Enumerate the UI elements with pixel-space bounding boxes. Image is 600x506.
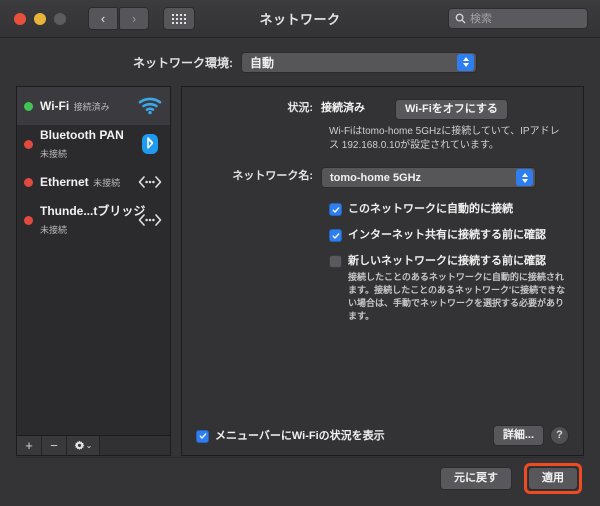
window-controls bbox=[14, 12, 66, 25]
chevron-left-icon: ‹ bbox=[100, 11, 106, 26]
service-state: 未接続 bbox=[93, 178, 121, 188]
apply-button[interactable]: 適用 bbox=[528, 466, 578, 490]
zoom-button bbox=[54, 12, 66, 25]
bluetooth-icon bbox=[137, 133, 163, 155]
service-state: 未接続 bbox=[40, 149, 68, 159]
checkbox-auto-join-row[interactable]: このネットワークに自動的に接続 bbox=[329, 202, 569, 216]
sidebar-item-ethernet[interactable]: Ethernet 未接続 bbox=[17, 163, 170, 201]
sidebar-toolbar: + − ⌄ bbox=[17, 435, 170, 455]
service-sidebar: Wi-Fi 接続済み Bluetooth PAN 未接続 Ethernet 未接… bbox=[16, 86, 171, 456]
panel-content: 状況: 接続済み Wi-Fiをオフにする Wi-Fiはtomo-home 5GH… bbox=[182, 87, 583, 425]
plus-icon: + bbox=[25, 438, 33, 453]
help-button[interactable]: ? bbox=[550, 426, 569, 445]
network-name-select[interactable]: tomo-home 5GHz bbox=[321, 167, 536, 188]
service-name: Wi-Fi bbox=[40, 99, 70, 113]
network-name-label: ネットワーク名: bbox=[232, 170, 313, 182]
service-state: 未接続 bbox=[40, 225, 68, 235]
network-location-value: 自動 bbox=[250, 55, 275, 70]
checkbox-show-wifi-in-menubar-label: メニューバーにWi-Fiの状況を表示 bbox=[215, 429, 385, 442]
service-text: Ethernet 未接続 bbox=[40, 173, 130, 191]
status-dot-disconnected bbox=[24, 215, 33, 225]
wifi-icon bbox=[137, 95, 163, 117]
chevron-right-icon: › bbox=[131, 11, 137, 26]
footer-actions: 元に戻す 適用 bbox=[0, 458, 600, 506]
check-icon bbox=[332, 232, 339, 239]
apply-button-wrapper: 適用 bbox=[524, 462, 582, 494]
wifi-settings-panel: 状況: 接続済み Wi-Fiをオフにする Wi-Fiはtomo-home 5GH… bbox=[181, 86, 584, 456]
network-location-select[interactable]: 自動 bbox=[241, 51, 477, 73]
navigation-buttons: ‹ › bbox=[88, 7, 149, 30]
search-input[interactable] bbox=[470, 12, 581, 25]
status-row: 状況: 接続済み Wi-Fiをオフにする bbox=[196, 99, 569, 120]
network-name-value: tomo-home 5GHz bbox=[330, 171, 422, 184]
panel-bottom-row: メニューバーにWi-Fiの状況を表示 詳細... ? bbox=[182, 425, 583, 455]
network-location-row: ネットワーク環境: 自動 bbox=[0, 38, 600, 86]
show-all-button[interactable] bbox=[163, 7, 195, 30]
wifi-options: このネットワークに自動的に接続 インターネット共有に接続する前に確認 新しいネッ… bbox=[329, 202, 569, 323]
service-name: Bluetooth PAN bbox=[40, 128, 124, 142]
content-area: Wi-Fi 接続済み Bluetooth PAN 未接続 Ethernet 未接… bbox=[0, 86, 600, 456]
ethernet-icon bbox=[137, 171, 163, 193]
network-name-row: ネットワーク名: tomo-home 5GHz bbox=[196, 167, 569, 188]
options-help-text: 接続したことのあるネットワークに自動的に接続されます。接続したことのあるネットワ… bbox=[348, 272, 566, 321]
revert-button[interactable]: 元に戻す bbox=[440, 466, 512, 490]
gear-icon bbox=[74, 440, 85, 451]
check-icon bbox=[199, 433, 206, 439]
status-dot-connected bbox=[24, 101, 33, 111]
checkbox-ask-new-network[interactable] bbox=[329, 255, 342, 268]
checkbox-auto-join[interactable] bbox=[329, 203, 342, 216]
sidebar-item-bluetooth-pan[interactable]: Bluetooth PAN 未接続 bbox=[17, 125, 170, 163]
status-description: Wi-Fiはtomo-home 5GHzに接続していて、IPアドレス 192.1… bbox=[329, 126, 560, 151]
service-text: Wi-Fi 接続済み bbox=[40, 97, 130, 115]
title-bar: ‹ › ネットワーク bbox=[0, 0, 600, 38]
grid-icon bbox=[172, 13, 186, 24]
check-icon bbox=[332, 206, 339, 213]
sidebar-item-wifi[interactable]: Wi-Fi 接続済み bbox=[17, 87, 170, 125]
status-label: 状況: bbox=[287, 102, 313, 114]
checkbox-ask-hotspot[interactable] bbox=[329, 229, 342, 242]
service-state: 接続済み bbox=[73, 102, 110, 112]
chevron-updown-icon bbox=[516, 169, 533, 186]
status-value: 接続済み bbox=[321, 102, 365, 114]
minimize-button[interactable] bbox=[34, 12, 46, 25]
checkbox-auto-join-label: このネットワークに自動的に接続 bbox=[348, 203, 513, 215]
add-service-button[interactable]: + bbox=[17, 436, 42, 455]
status-dot-disconnected bbox=[24, 139, 33, 149]
service-text: Thunde...tブリッジ 未接続 bbox=[40, 202, 145, 238]
sidebar-item-thunderbolt-bridge[interactable]: Thunde...tブリッジ 未接続 bbox=[17, 201, 170, 239]
checkbox-show-wifi-in-menubar[interactable] bbox=[196, 429, 209, 443]
network-location-label: ネットワーク環境: bbox=[133, 55, 233, 70]
wifi-toggle-button[interactable]: Wi-Fiをオフにする bbox=[395, 99, 508, 120]
ethernet-icon bbox=[137, 209, 163, 231]
status-dot-disconnected bbox=[24, 177, 33, 187]
search-field[interactable] bbox=[448, 8, 588, 29]
service-text: Bluetooth PAN 未接続 bbox=[40, 126, 130, 162]
service-name: Thunde...tブリッジ bbox=[40, 204, 146, 218]
checkbox-ask-hotspot-label: インターネット共有に接続する前に確認 bbox=[348, 229, 546, 241]
toolbar-filler bbox=[100, 436, 170, 455]
chevron-updown-icon bbox=[457, 53, 474, 71]
checkbox-ask-new-network-row[interactable]: 新しいネットワークに接続する前に確認 bbox=[329, 254, 569, 268]
remove-service-button[interactable]: − bbox=[42, 436, 67, 455]
chevron-down-icon: ⌄ bbox=[85, 440, 93, 450]
back-button[interactable]: ‹ bbox=[88, 7, 118, 30]
advanced-button[interactable]: 詳細... bbox=[492, 425, 544, 446]
service-name: Ethernet bbox=[40, 175, 89, 189]
search-icon bbox=[455, 13, 466, 24]
minus-icon: − bbox=[50, 438, 58, 453]
network-preferences-window: ‹ › ネットワーク ネットワーク環境: 自動 bbox=[0, 0, 600, 506]
forward-button[interactable]: › bbox=[119, 7, 149, 30]
checkbox-ask-hotspot-row[interactable]: インターネット共有に接続する前に確認 bbox=[329, 228, 569, 242]
close-button[interactable] bbox=[14, 12, 26, 25]
service-list: Wi-Fi 接続済み Bluetooth PAN 未接続 Ethernet 未接… bbox=[17, 87, 170, 435]
checkbox-ask-new-network-label: 新しいネットワークに接続する前に確認 bbox=[348, 255, 546, 267]
service-actions-button[interactable]: ⌄ bbox=[67, 436, 100, 455]
